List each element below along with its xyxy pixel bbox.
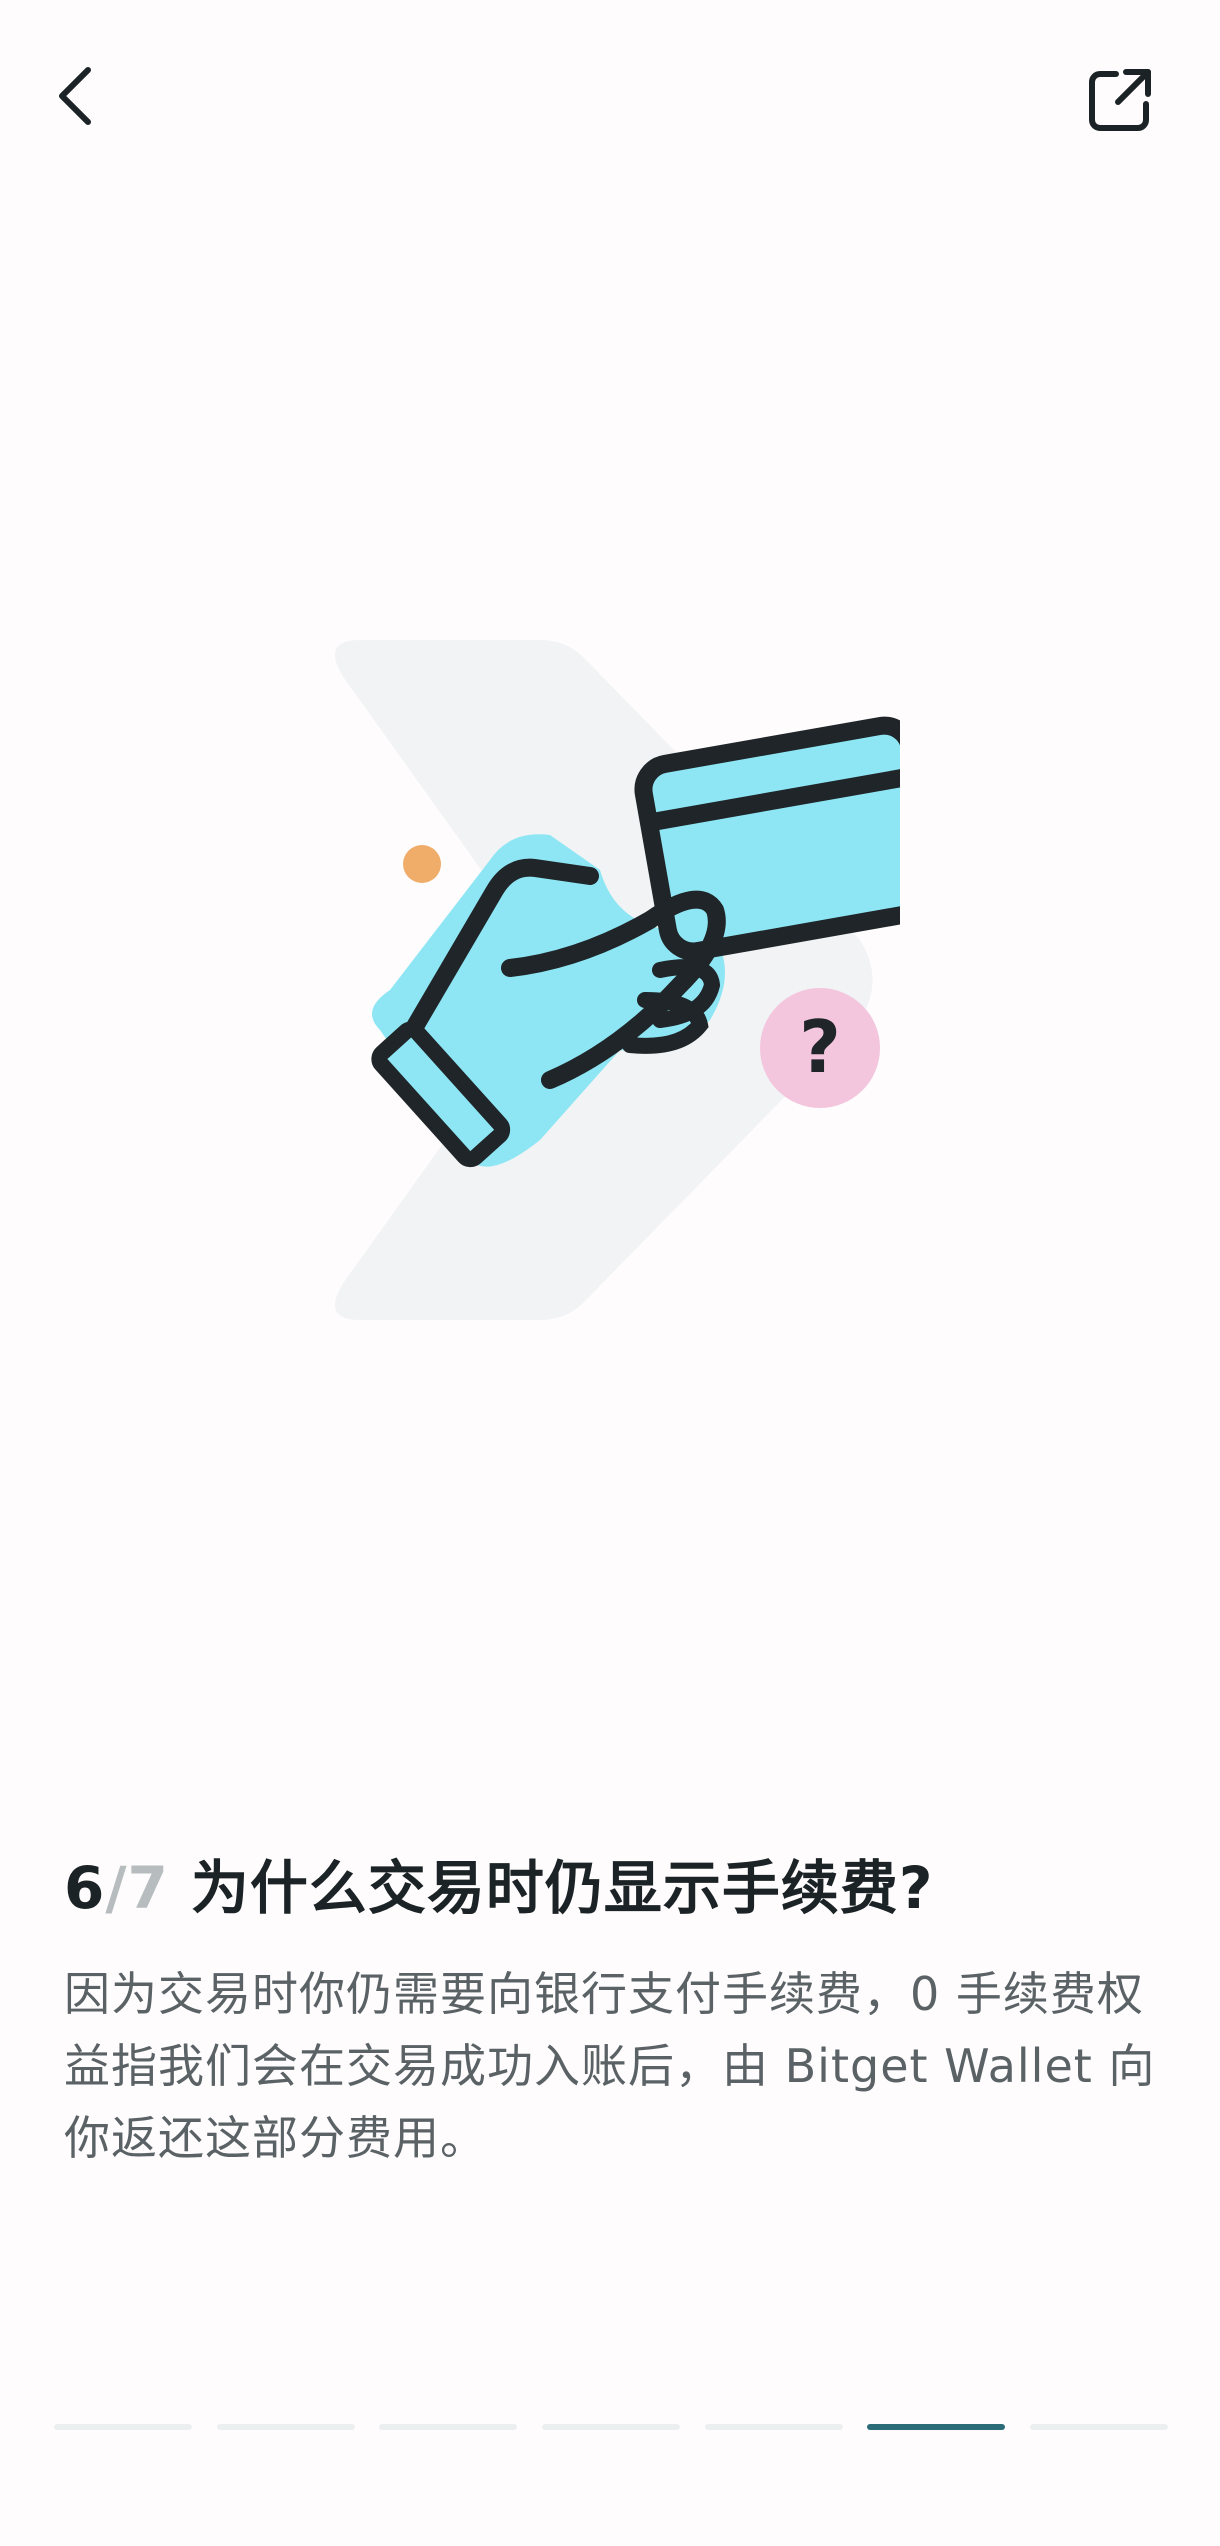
progress-segment-5 — [704, 2424, 843, 2430]
progress-segment-6-active — [867, 2424, 1006, 2430]
step-current: 6 — [64, 1854, 106, 1922]
page-title: 6/7 为什么交易时仍显示手续费? — [64, 1852, 1164, 1924]
share-button[interactable] — [1080, 60, 1160, 140]
progress-segment-1 — [54, 2424, 192, 2430]
step-total: 7 — [127, 1854, 169, 1922]
description-text: 因为交易时你仍需要向银行支付手续费，0 手续费权益指我们会在交易成功入账后，由 … — [64, 1967, 1156, 2165]
hand-holding-card-icon: ? — [335, 640, 944, 1320]
progress-segment-4 — [541, 2424, 680, 2430]
external-link-icon — [1089, 69, 1151, 131]
progress-segment-3 — [379, 2424, 518, 2430]
fee-illustration: ? — [320, 640, 944, 1320]
progress-segment-2 — [216, 2424, 355, 2430]
question-mark: ? — [799, 1005, 841, 1089]
title-text: 为什么交易时仍显示手续费? — [190, 1854, 934, 1922]
top-bar — [0, 0, 1220, 210]
step-separator: / — [105, 1854, 128, 1922]
step-progress-indicator — [54, 2424, 1168, 2432]
progress-segment-7 — [1029, 2424, 1168, 2430]
chevron-left-icon — [59, 67, 91, 125]
back-button[interactable] — [40, 60, 112, 132]
